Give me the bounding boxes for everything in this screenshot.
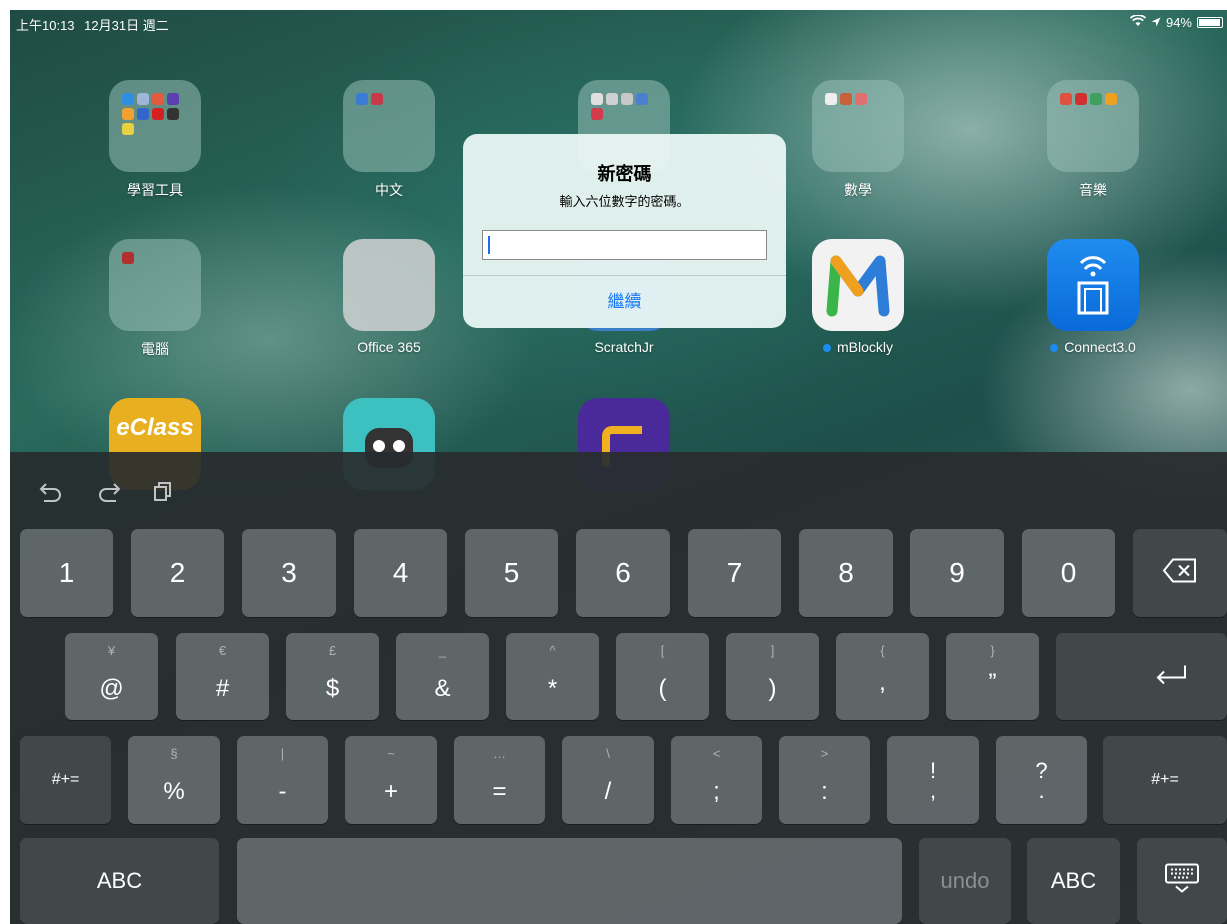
key-7[interactable]: 7 bbox=[688, 529, 781, 617]
key-2[interactable]: 2 bbox=[131, 529, 224, 617]
key-hash[interactable]: € # bbox=[176, 633, 269, 720]
key-5[interactable]: 5 bbox=[465, 529, 558, 617]
app-label: 數學 bbox=[844, 182, 872, 198]
undo-icon[interactable] bbox=[38, 480, 64, 508]
dismiss-keyboard-key[interactable] bbox=[1137, 838, 1227, 924]
app-label: 中文 bbox=[375, 182, 403, 198]
key-1[interactable]: 1 bbox=[20, 529, 113, 617]
battery-icon bbox=[1197, 17, 1223, 28]
folder-icon bbox=[343, 80, 435, 172]
folder-music[interactable]: 音樂 bbox=[1023, 80, 1163, 200]
connect-wifi-door-icon bbox=[1047, 239, 1139, 331]
folder-learning-tools[interactable]: 學習工具 bbox=[85, 80, 225, 200]
key-question-period[interactable]: ?. bbox=[996, 736, 1087, 824]
key-comma-quote[interactable]: {, bbox=[836, 633, 929, 720]
folder-icon bbox=[109, 80, 201, 172]
app-label: ScratchJr bbox=[594, 339, 654, 355]
new-passcode-dialog: 新密碼 輸入六位數字的密碼。 繼續 bbox=[463, 134, 786, 328]
key-open-paren[interactable]: [( bbox=[616, 633, 709, 720]
paste-icon[interactable] bbox=[152, 480, 174, 508]
app-connect3[interactable]: Connect3.0 bbox=[1023, 239, 1163, 355]
symbols-key-right[interactable]: #+= bbox=[1103, 736, 1227, 824]
key-8[interactable]: 8 bbox=[799, 529, 893, 617]
key-hyphen[interactable]: | - bbox=[237, 736, 328, 824]
return-key[interactable] bbox=[1056, 633, 1227, 720]
undo-key[interactable]: undo bbox=[919, 838, 1011, 924]
delete-key[interactable] bbox=[1133, 529, 1227, 617]
text-cursor bbox=[488, 236, 490, 254]
status-bar-left: 上午10:13 12月31日 週二 bbox=[16, 15, 169, 34]
key-at[interactable]: ¥ @ bbox=[65, 633, 158, 720]
location-arrow-icon bbox=[1151, 15, 1161, 30]
redo-icon[interactable] bbox=[96, 480, 122, 508]
keyboard: 1 2 3 4 5 6 7 8 9 0 ¥ @ € # £ $ _ & ^ * [( ])… bbox=[10, 452, 1227, 924]
space-bar[interactable] bbox=[237, 838, 902, 924]
folder-icon bbox=[109, 239, 201, 331]
dialog-message: 輸入六位數字的密碼。 bbox=[559, 194, 690, 209]
mblockly-icon bbox=[812, 239, 904, 331]
new-badge-dot bbox=[1050, 344, 1059, 353]
key-0[interactable]: 0 bbox=[1022, 529, 1115, 617]
key-semicolon[interactable]: <; bbox=[671, 736, 762, 824]
folder-chinese[interactable]: 中文 bbox=[319, 80, 459, 200]
key-9[interactable]: 9 bbox=[910, 529, 1004, 617]
app-label: Connect3.0 bbox=[1023, 339, 1163, 355]
key-exclaim-comma[interactable]: !, bbox=[887, 736, 979, 824]
folder-math[interactable]: 數學 bbox=[788, 80, 928, 200]
battery-percent: 94% bbox=[1165, 15, 1192, 30]
folder-icon bbox=[812, 80, 904, 172]
app-label: 電腦 bbox=[141, 341, 169, 357]
office-365-icon bbox=[343, 239, 435, 331]
folder-icon bbox=[1047, 80, 1139, 172]
backspace-icon bbox=[1133, 558, 1227, 589]
wifi-icon bbox=[1129, 14, 1147, 30]
key-asterisk[interactable]: ^ * bbox=[506, 633, 599, 720]
keyboard-dismiss-icon bbox=[1137, 863, 1227, 900]
key-4[interactable]: 4 bbox=[354, 529, 447, 617]
key-percent[interactable]: §% bbox=[128, 736, 220, 824]
key-close-quote[interactable]: }” bbox=[946, 633, 1039, 720]
key-plus[interactable]: ~ + bbox=[345, 736, 437, 824]
dialog-title: 新密碼 bbox=[597, 164, 652, 184]
continue-button[interactable]: 繼續 bbox=[463, 276, 786, 328]
key-slash[interactable]: \ / bbox=[562, 736, 654, 824]
return-icon bbox=[1151, 663, 1191, 690]
app-label: 學習工具 bbox=[127, 182, 183, 198]
passcode-input[interactable] bbox=[482, 230, 767, 260]
app-label: 音樂 bbox=[1079, 182, 1107, 198]
app-label: mBlockly bbox=[788, 339, 928, 355]
key-close-paren[interactable]: ]) bbox=[726, 633, 819, 720]
status-bar-right: 94% bbox=[1129, 14, 1223, 30]
key-dollar[interactable]: £ $ bbox=[286, 633, 379, 720]
symbols-key-left[interactable]: #+= bbox=[20, 736, 111, 824]
key-equals[interactable]: … = bbox=[454, 736, 545, 824]
folder-computer[interactable]: 電腦 bbox=[85, 239, 225, 359]
new-badge-dot bbox=[822, 344, 831, 353]
key-colon[interactable]: >: bbox=[779, 736, 870, 824]
app-label: Office 365 bbox=[357, 339, 421, 355]
key-ampersand[interactable]: _ & bbox=[396, 633, 489, 720]
home-screen: 上午10:13 12月31日 週二 94% 學習工具 中文 數學 音樂 電腦 O… bbox=[10, 10, 1227, 924]
app-mblockly[interactable]: mBlockly bbox=[788, 239, 928, 355]
status-date: 12月31日 週二 bbox=[84, 18, 169, 33]
abc-key-right[interactable]: ABC bbox=[1027, 838, 1120, 924]
key-6[interactable]: 6 bbox=[576, 529, 670, 617]
key-3[interactable]: 3 bbox=[242, 529, 336, 617]
app-office-365[interactable]: Office 365 bbox=[319, 239, 459, 355]
abc-key-left[interactable]: ABC bbox=[20, 838, 219, 924]
status-time: 上午10:13 bbox=[16, 18, 75, 33]
